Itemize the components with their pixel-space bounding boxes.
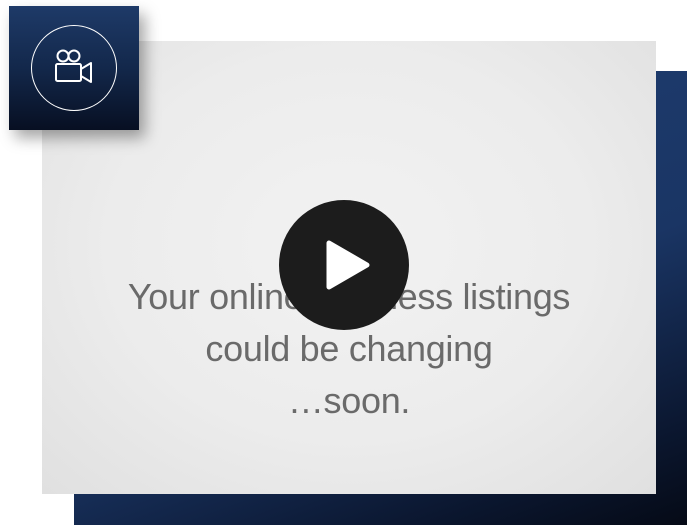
video-badge xyxy=(9,6,139,130)
video-camera-icon xyxy=(55,49,92,83)
play-icon xyxy=(326,240,370,290)
play-button[interactable] xyxy=(279,200,409,330)
badge-ring xyxy=(31,25,117,111)
caption-line-2: could be changing xyxy=(205,328,493,369)
video-card: Your online business listings could be c… xyxy=(0,0,687,525)
caption-line-3: …soon. xyxy=(287,380,411,421)
